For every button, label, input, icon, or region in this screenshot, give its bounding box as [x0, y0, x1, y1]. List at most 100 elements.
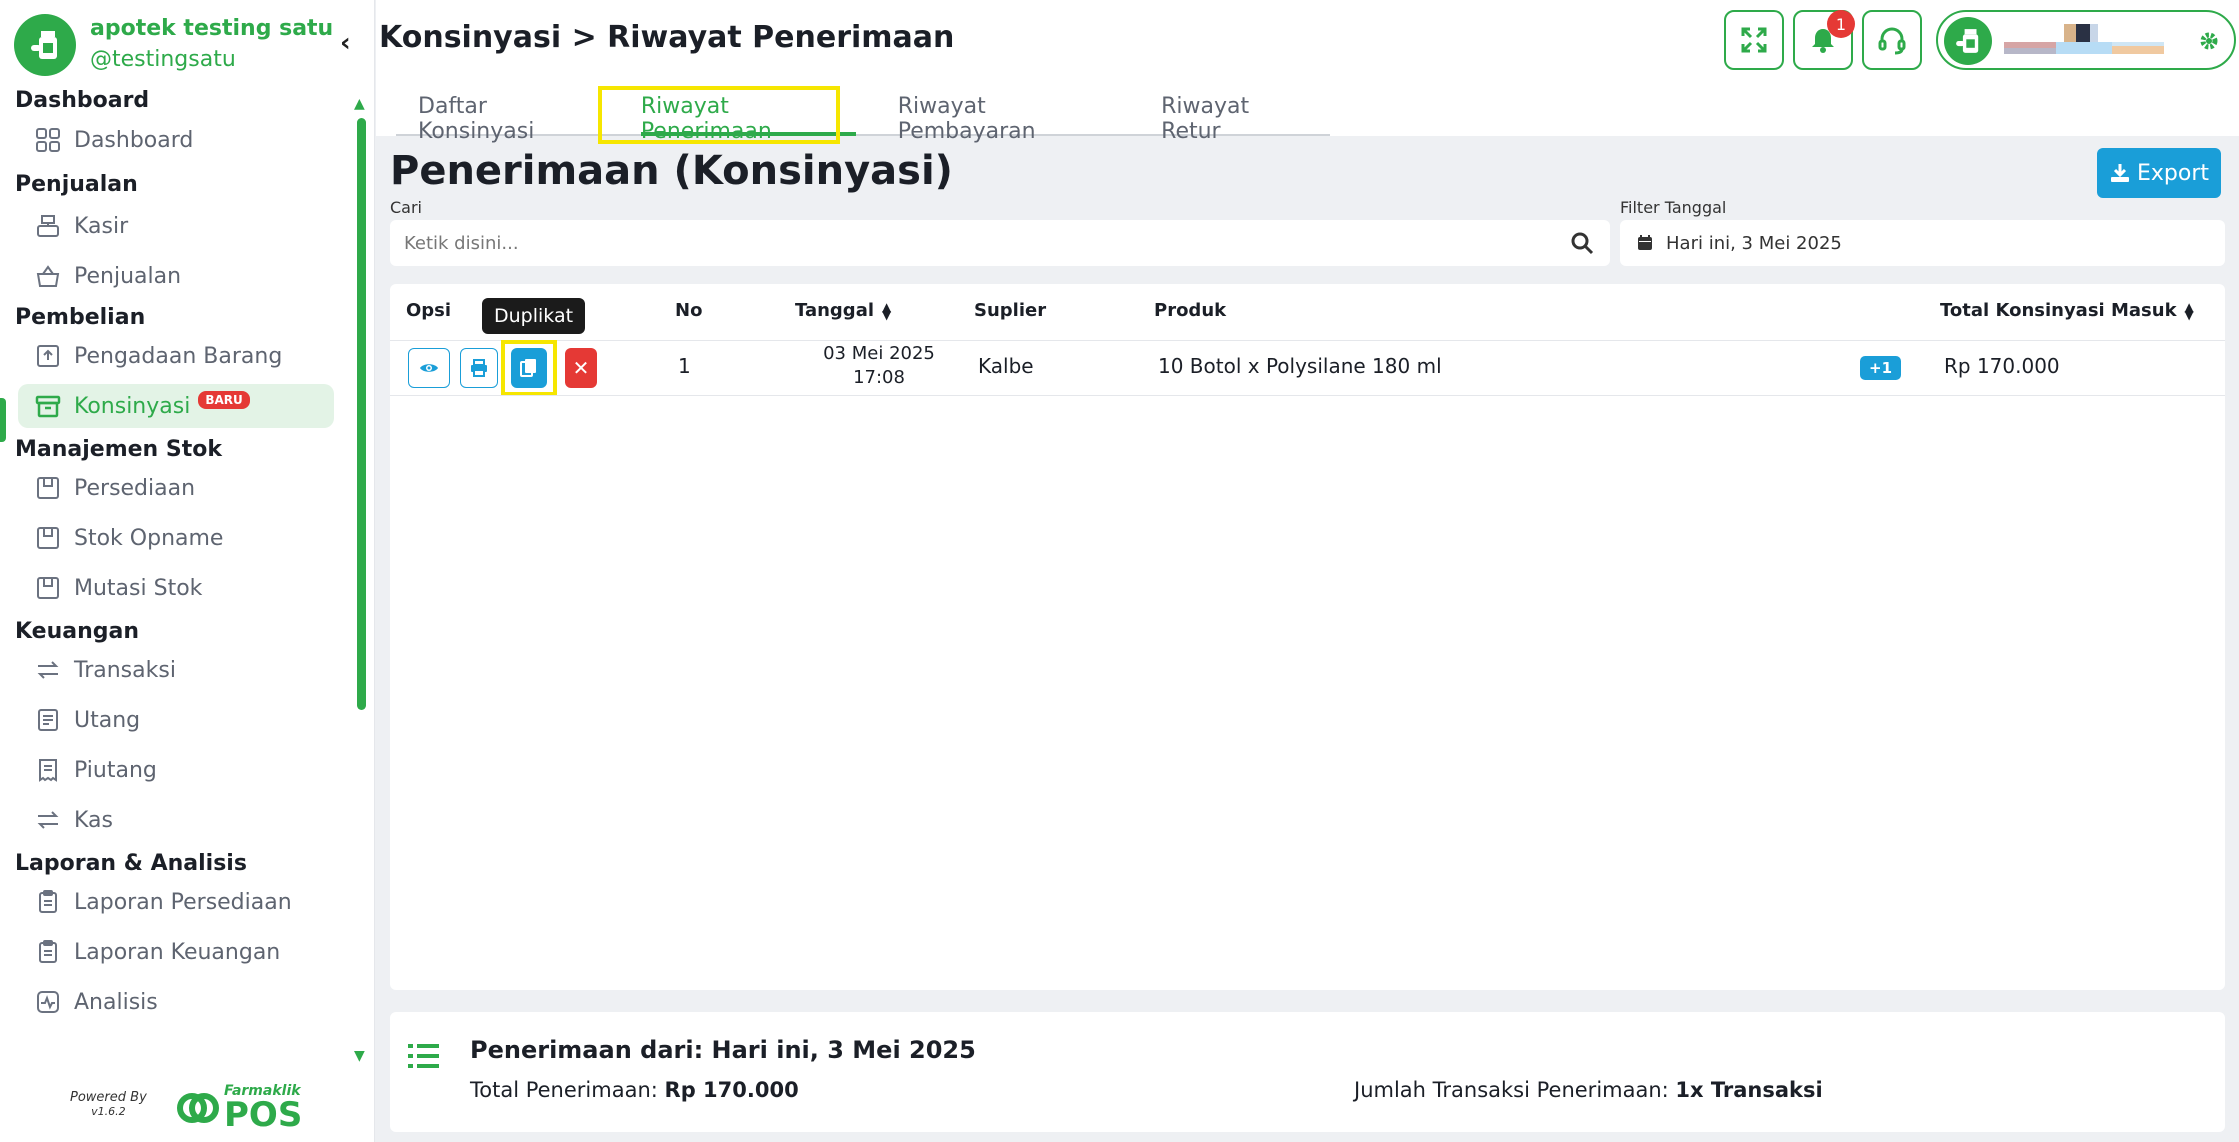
support-button[interactable] [1862, 10, 1922, 70]
sidebar-item-pengadaan-barang[interactable]: Pengadaan Barang [18, 334, 334, 378]
sidebar-item-label: Transaksi [74, 657, 176, 683]
sidebar-item-laporan-persediaan[interactable]: Laporan Persediaan [18, 880, 334, 924]
close-icon: ✕ [572, 356, 590, 380]
collapse-sidebar-icon[interactable]: ‹ [340, 28, 351, 58]
sort-icon[interactable]: ▲ ▼ [882, 301, 891, 321]
product-big-label: POS [224, 1095, 303, 1135]
summary-total: Total Penerimaan: Rp 170.000 [470, 1078, 799, 1102]
row-supplier: Kalbe [978, 354, 1034, 378]
notification-count-badge: 1 [1827, 10, 1855, 38]
sidebar-item-label: Piutang [74, 757, 157, 783]
tab-riwayat-pembayaran[interactable]: Riwayat Pembayaran [876, 80, 1141, 144]
sidebar-item-dashboard[interactable]: Dashboard [18, 118, 334, 162]
clipboard-icon [32, 886, 64, 918]
gear-icon[interactable] [2196, 28, 2222, 54]
search-icon[interactable] [1570, 231, 1594, 255]
row-date-day: 03 Mei 2025 [823, 343, 935, 364]
summary-card: Penerimaan dari: Hari ini, 3 Mei 2025 To… [390, 1012, 2225, 1132]
sidebar-item-kasir[interactable]: Kasir [18, 204, 334, 248]
receipt-table: Opsi No Tanggal ▲ ▼ Suplier Produk Total … [390, 284, 2225, 990]
sidebar-item-transaksi[interactable]: Transaksi [18, 648, 334, 692]
eye-icon [420, 364, 438, 372]
sidebar-item-penjualan[interactable]: Penjualan [18, 254, 334, 298]
avatar [1944, 17, 1992, 65]
sidebar-item-persediaan[interactable]: Persediaan [18, 466, 334, 510]
headset-icon [1878, 27, 1906, 55]
section-manajemen-stok: Manajemen Stok [15, 437, 222, 462]
print-button[interactable] [460, 348, 498, 388]
storage-icon [32, 472, 64, 504]
sidebar-item-piutang[interactable]: Piutang [18, 748, 334, 792]
basket-icon [32, 260, 64, 292]
duplicate-tooltip: Duplikat [482, 298, 586, 334]
sidebar-item-label: Laporan Persediaan [74, 889, 292, 915]
col-suplier: Suplier [974, 300, 1047, 321]
scroll-down-icon[interactable]: ▼ [354, 1048, 365, 1064]
tab-bar: Daftar Konsinyasi Riwayat Penerimaan Riw… [396, 80, 1330, 144]
sidebar-item-label: Persediaan [74, 475, 196, 501]
sidebar-item-kas[interactable]: Kas [18, 798, 334, 842]
sidebar-item-konsinyasi[interactable]: Konsinyasi BARU [18, 384, 334, 428]
sidebar-item-label: Kasir [74, 213, 129, 239]
row-divider [390, 395, 2225, 396]
notification-button[interactable]: 1 [1793, 10, 1855, 70]
date-filter-value: Hari ini, 3 Mei 2025 [1666, 232, 1842, 254]
section-dashboard: Dashboard [15, 88, 150, 113]
printer-icon [471, 359, 487, 377]
activity-icon [32, 986, 64, 1018]
row-total: Rp 170.000 [1944, 354, 2060, 378]
export-button[interactable]: Export [2097, 148, 2221, 198]
view-button[interactable] [408, 348, 450, 388]
filter-date-label: Filter Tanggal [1620, 198, 1727, 217]
sidebar-item-label: Pengadaan Barang [74, 343, 283, 369]
col-total-label: Total Konsinyasi Masuk [1940, 300, 2177, 321]
calendar-icon [1638, 235, 1652, 250]
sidebar-item-label: Dashboard [74, 127, 194, 153]
sort-icon[interactable]: ▲ ▼ [2185, 301, 2194, 321]
col-opsi: Opsi [406, 300, 452, 321]
row-date: 03 Mei 2025 17:08 [818, 342, 940, 390]
sidebar-item-utang[interactable]: Utang [18, 698, 334, 742]
profile-name-redacted [2004, 24, 2164, 54]
col-tanggal[interactable]: Tanggal ▲ ▼ [795, 300, 891, 321]
expand-icon [1741, 27, 1767, 53]
more-products-badge[interactable]: +1 [1860, 356, 1902, 380]
col-total[interactable]: Total Konsinyasi Masuk ▲ ▼ [1940, 300, 2194, 321]
summary-count-value: 1x Transaksi [1675, 1078, 1823, 1102]
search-field[interactable] [390, 220, 1610, 266]
summary-title: Penerimaan dari: Hari ini, 3 Mei 2025 [470, 1036, 976, 1064]
cash-register-icon [32, 210, 64, 242]
sidebar-item-label: Mutasi Stok [74, 575, 203, 601]
fullscreen-button[interactable] [1724, 10, 1784, 70]
profile-menu[interactable] [1936, 10, 2236, 70]
scroll-up-icon[interactable]: ▲ [354, 96, 365, 112]
sidebar-item-label: Kas [74, 807, 113, 833]
sidebar-item-analisis[interactable]: Analisis [18, 980, 334, 1024]
col-no: No [675, 300, 703, 321]
sidebar-item-label: Konsinyasi [74, 393, 191, 419]
store-name: apotek testing satu [90, 16, 334, 41]
store-handle: @testingsatu [90, 47, 236, 72]
sidebar-item-stok-opname[interactable]: Stok Opname [18, 516, 334, 560]
tabs-area: Daftar Konsinyasi Riwayat Penerimaan Riw… [376, 80, 2239, 144]
farmaklik-pos-logo: Farmaklik POS [176, 1084, 302, 1132]
search-input[interactable] [390, 220, 1490, 266]
sidebar-item-label: Penjualan [74, 263, 182, 289]
list-icon [408, 1044, 439, 1068]
row-date-time: 17:08 [853, 367, 905, 388]
transfer-icon [32, 654, 64, 686]
delete-button[interactable]: ✕ [565, 348, 597, 388]
date-filter[interactable]: Hari ini, 3 Mei 2025 [1620, 220, 2225, 266]
main-heading: Penerimaan (Konsinyasi) [390, 148, 953, 194]
scroll-thumb[interactable] [357, 118, 366, 710]
tab-riwayat-retur[interactable]: Riwayat Retur [1139, 80, 1330, 144]
sidebar-scrollbar[interactable]: ▲ ▼ [354, 96, 366, 1064]
highlight-box-tab [598, 86, 840, 144]
brand: apotek testing satu @testingsatu [14, 14, 333, 76]
sidebar-item-mutasi-stok[interactable]: Mutasi Stok [18, 566, 334, 610]
storage-icon [32, 522, 64, 554]
tab-daftar-konsinyasi[interactable]: Daftar Konsinyasi [396, 80, 623, 144]
highlight-box-duplicate [501, 340, 557, 396]
row-no: 1 [678, 354, 691, 378]
sidebar-item-laporan-keuangan[interactable]: Laporan Keuangan [18, 930, 334, 974]
